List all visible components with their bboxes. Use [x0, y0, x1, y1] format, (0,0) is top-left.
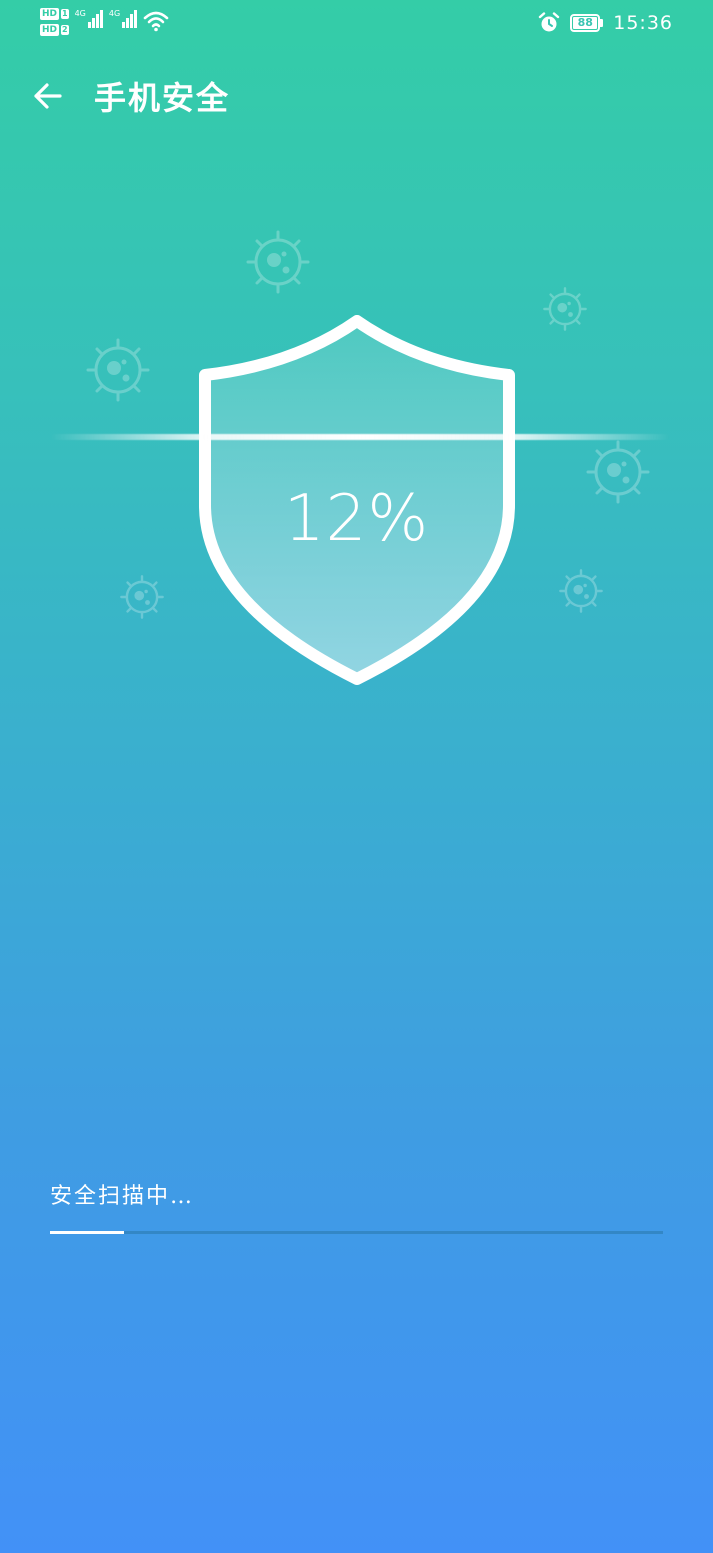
status-bar: HD 1 HD 2 4G 4G 88 15:36 [0, 0, 713, 54]
virus-icon [559, 569, 603, 613]
scan-line [50, 434, 670, 440]
network-type-label: 4G [108, 9, 121, 18]
hd-indicators: HD 1 HD 2 [40, 8, 69, 36]
page-title: 手机安全 [94, 79, 231, 117]
alarm-icon [539, 12, 560, 32]
status-clock: 15:36 [613, 12, 673, 34]
signal-icon: 4G [75, 10, 103, 28]
virus-icon [246, 230, 310, 294]
wifi-icon [143, 11, 169, 32]
virus-icon [86, 338, 150, 402]
hd-label: HD [40, 8, 60, 20]
hd-label: HD [40, 24, 60, 36]
virus-icon [120, 575, 164, 619]
signal-icon: 4G [108, 9, 138, 28]
back-arrow-icon[interactable] [30, 78, 66, 114]
network-type-label: 4G [74, 9, 86, 18]
battery-icon: 88 [570, 14, 604, 32]
scan-percent: 12% [283, 482, 430, 556]
virus-icon [543, 287, 587, 331]
status-bar-right: 88 15:36 [538, 12, 673, 34]
battery-level: 88 [573, 17, 598, 29]
status-bar-left: HD 1 HD 2 4G 4G [40, 8, 169, 44]
scan-progress-fill [50, 1231, 124, 1234]
scan-status-text: 安全扫描中… [50, 1184, 195, 1209]
scan-progress-bar [50, 1231, 663, 1234]
sim-number: 2 [61, 25, 69, 35]
hd-indicator-1: HD 1 [40, 8, 69, 20]
app-header: 手机安全 [0, 72, 713, 124]
scan-scene: 12% [0, 200, 713, 720]
sim-number: 1 [61, 9, 69, 19]
hd-indicator-2: HD 2 [40, 24, 69, 36]
